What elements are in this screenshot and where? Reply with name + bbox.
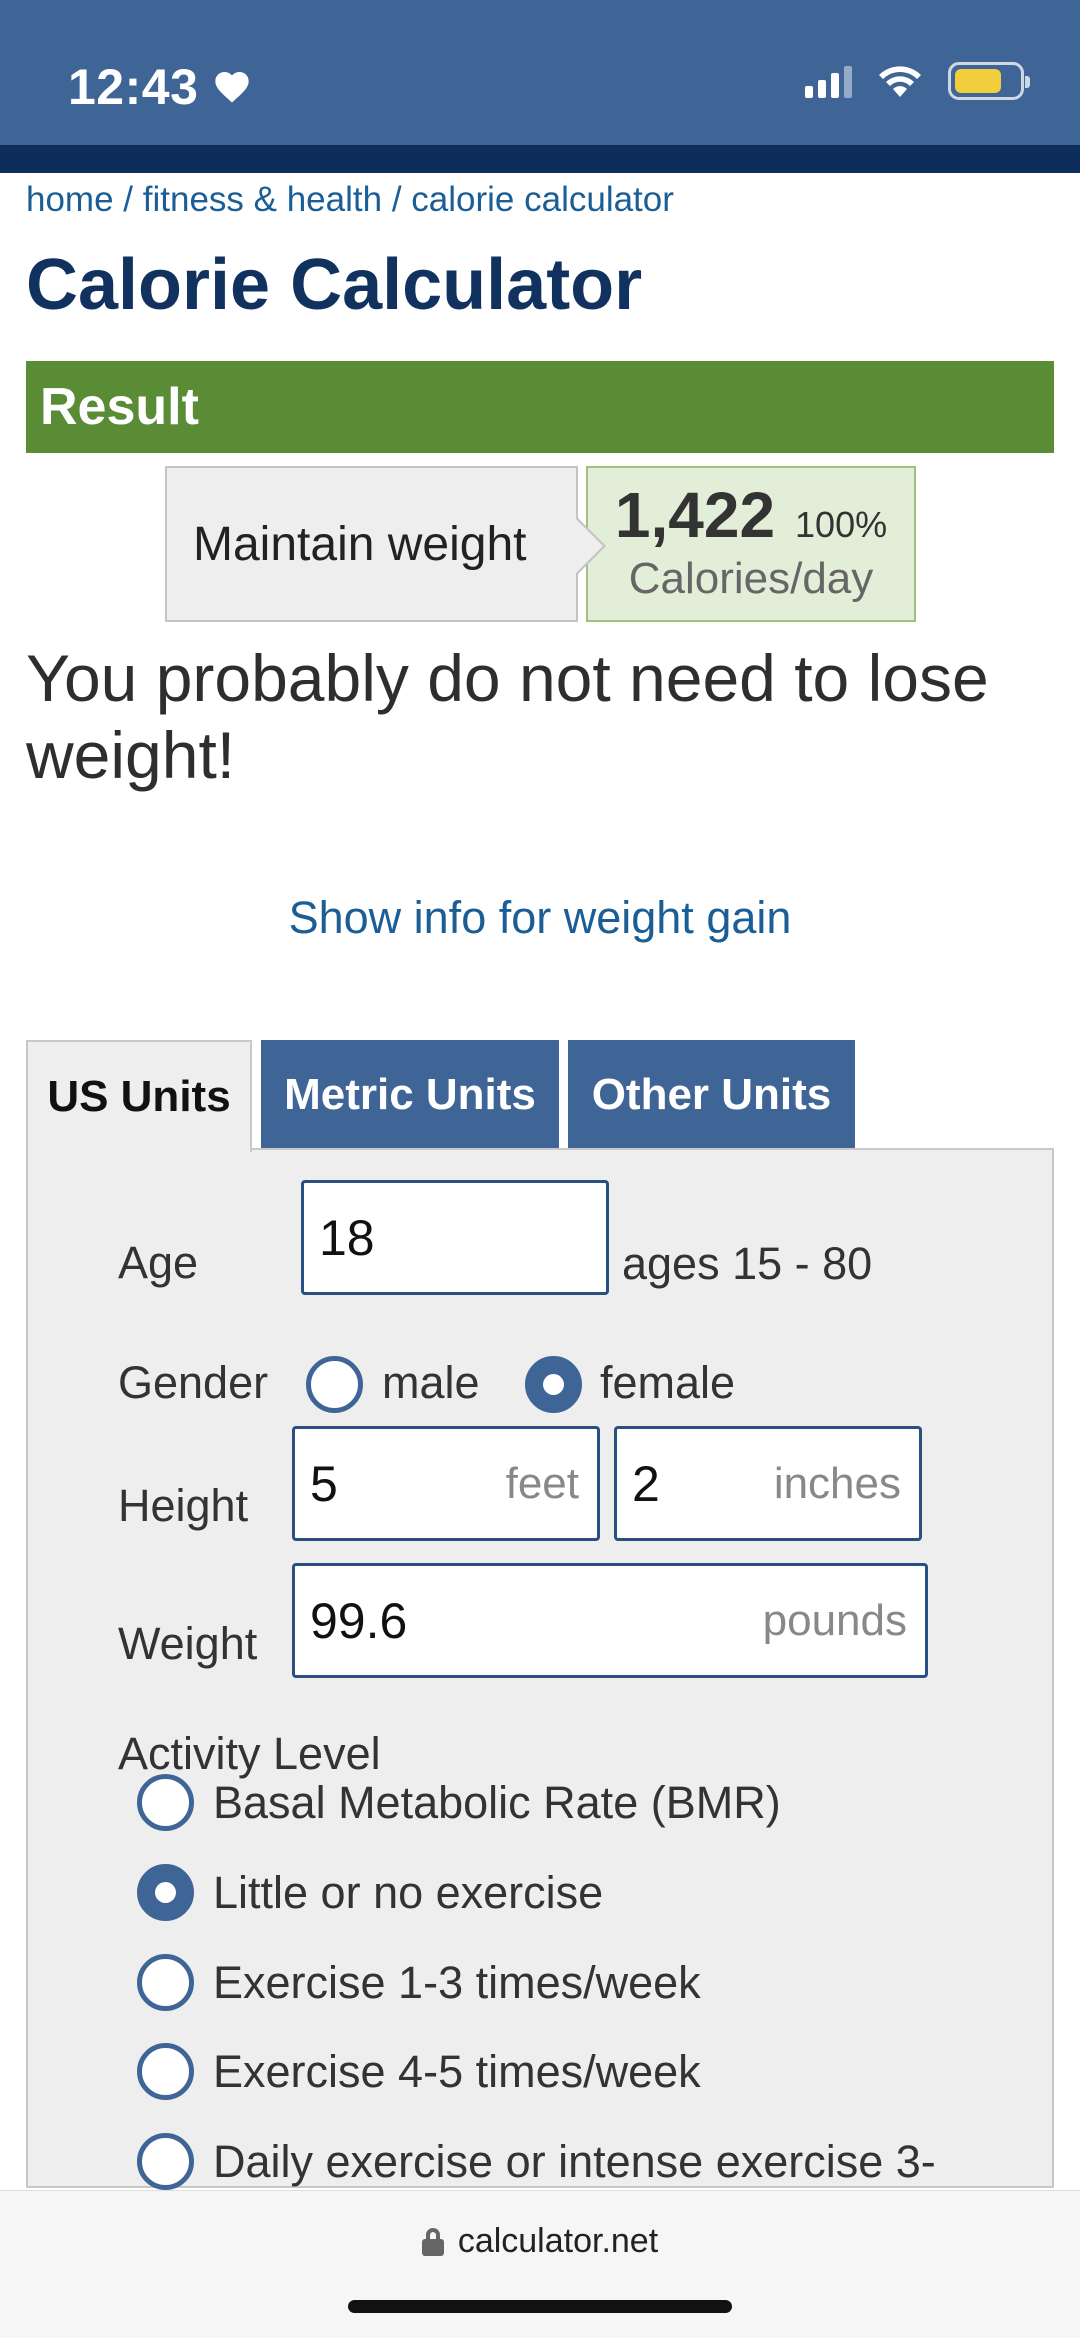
age-value: 18 <box>319 1209 375 1266</box>
browser-bottom-bar <box>0 2190 1080 2338</box>
height-inches-value: 2 <box>632 1455 660 1512</box>
url-text: calculator.net <box>457 2222 659 2260</box>
height-inches-unit: inches <box>773 1458 901 1508</box>
clock: 12:43 <box>68 59 199 115</box>
gender-female-label[interactable]: female <box>600 1357 735 1409</box>
weight-gain-link[interactable]: Show info for weight gain <box>0 892 1080 944</box>
weight-value: 99.6 <box>310 1592 408 1649</box>
activity-label: Activity Level <box>118 1728 381 1779</box>
status-bar: 12:43 <box>0 0 1080 145</box>
breadcrumb: home / fitness & health / calorie calcul… <box>26 180 674 220</box>
activity-bmr-label[interactable]: Basal Metabolic Rate (BMR) <box>213 1777 781 1829</box>
calculator-form: Age 18 ages 15 - 80 Gender male female H… <box>26 1148 1054 2190</box>
goal-label: Maintain weight <box>165 466 606 622</box>
breadcrumb-separator: / <box>391 180 402 219</box>
result-message: You probably do not need to lose weight! <box>26 641 989 792</box>
calorie-unit: Calories/day <box>628 554 874 603</box>
unit-tabs: US Units Metric Units Other Units <box>26 1040 855 1152</box>
height-feet-input[interactable]: 5 feet <box>292 1426 600 1541</box>
age-label: Age <box>118 1237 199 1288</box>
gender-male-label[interactable]: male <box>382 1357 480 1409</box>
breadcrumb-current-link[interactable]: calorie calculator <box>411 180 674 219</box>
activity-1-3-radio[interactable] <box>137 1954 194 2011</box>
activity-little-radio[interactable] <box>137 1864 194 1921</box>
tab-other-units[interactable]: Other Units <box>568 1040 855 1150</box>
calorie-value: 1,422 <box>614 479 776 551</box>
gender-male-radio[interactable] <box>306 1356 363 1413</box>
status-icons <box>805 62 1030 100</box>
activity-1-3-label[interactable]: Exercise 1-3 times/week <box>213 1957 701 2009</box>
result-box: Maintain weight 1,422 100% Calories/day <box>165 466 916 622</box>
gender-label: Gender <box>118 1357 269 1408</box>
activity-little-label[interactable]: Little or no exercise <box>213 1867 603 1919</box>
height-label: Height <box>118 1480 249 1531</box>
activity-daily-radio[interactable] <box>137 2133 194 2190</box>
address-bar[interactable]: calculator.net <box>0 2222 1080 2261</box>
age-hint: ages 15 - 80 <box>622 1238 873 1289</box>
home-indicator <box>348 2300 732 2313</box>
status-time: 12:43 <box>68 58 252 116</box>
height-feet-unit: feet <box>505 1458 579 1508</box>
breadcrumb-category-link[interactable]: fitness & health <box>143 180 382 219</box>
activity-4-5-label[interactable]: Exercise 4-5 times/week <box>213 2046 701 2098</box>
calorie-percent: 100% <box>795 504 888 545</box>
nav-strip <box>0 145 1080 173</box>
battery-icon <box>948 62 1030 100</box>
result-header: Result <box>26 361 1054 453</box>
height-feet-value: 5 <box>310 1455 338 1512</box>
weight-unit: pounds <box>762 1595 907 1645</box>
wifi-icon <box>879 66 921 97</box>
signal-icon <box>805 64 852 98</box>
activity-4-5-radio[interactable] <box>137 2043 194 2100</box>
tab-metric-units[interactable]: Metric Units <box>261 1040 559 1150</box>
gender-female-radio[interactable] <box>525 1356 582 1413</box>
breadcrumb-separator: / <box>123 180 134 219</box>
heart-icon <box>215 72 250 103</box>
height-inches-input[interactable]: 2 inches <box>614 1426 922 1541</box>
weight-label: Weight <box>118 1618 258 1669</box>
page-title: Calorie Calculator <box>26 245 643 325</box>
breadcrumb-home-link[interactable]: home <box>26 180 114 219</box>
activity-bmr-radio[interactable] <box>137 1774 194 1831</box>
tab-us-units[interactable]: US Units <box>26 1040 252 1152</box>
activity-daily-label[interactable]: Daily exercise or intense exercise 3- <box>213 2136 936 2188</box>
age-input[interactable]: 18 <box>301 1180 609 1295</box>
lock-icon <box>421 2227 444 2256</box>
goal-label-text: Maintain weight <box>193 517 527 571</box>
calorie-box: 1,422 100% Calories/day <box>586 466 916 622</box>
weight-input[interactable]: 99.6 pounds <box>292 1563 928 1678</box>
